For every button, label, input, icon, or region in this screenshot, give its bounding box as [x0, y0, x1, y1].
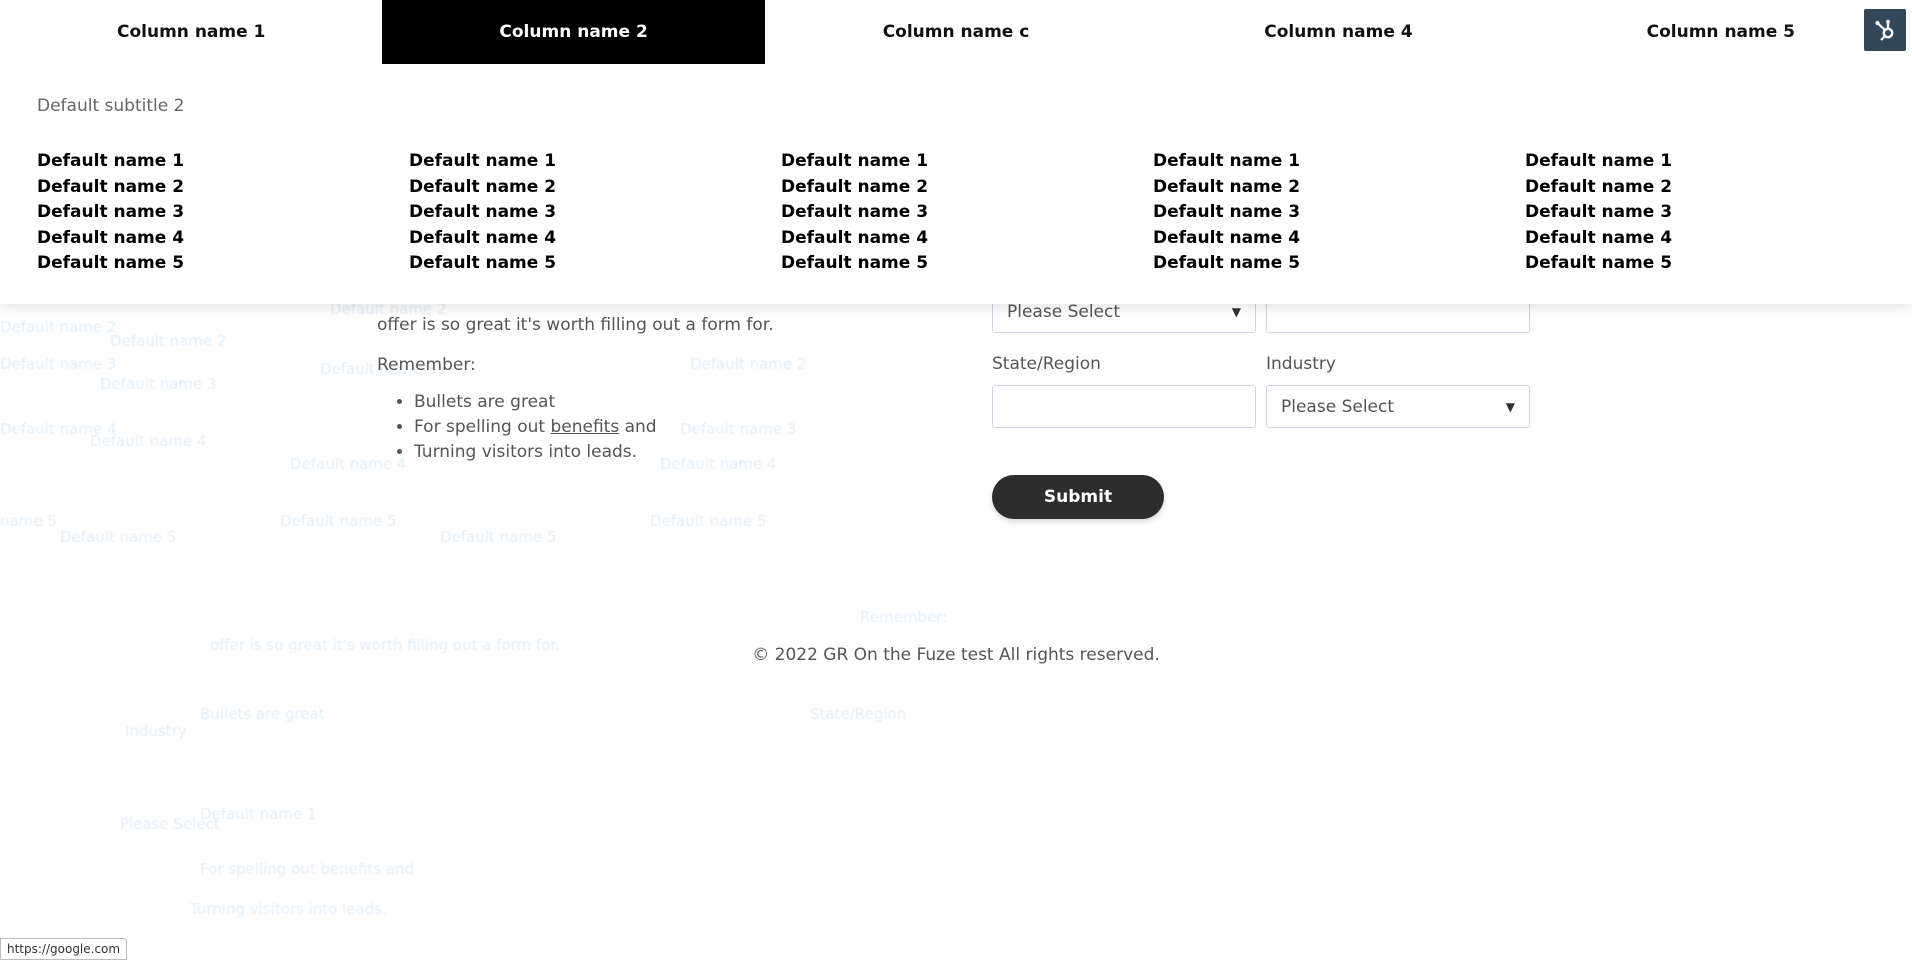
remember-text: Remember:: [377, 355, 476, 375]
menu-link[interactable]: Default name 4: [781, 226, 1153, 252]
mega-menu: Column name 1 Column name 2 Column name …: [0, 0, 1912, 304]
status-bar-url: https://google.com: [0, 938, 128, 960]
hubspot-sprocket-button[interactable]: [1864, 9, 1906, 51]
menu-link[interactable]: Default name 5: [1525, 251, 1897, 277]
tab-column-5[interactable]: Column name 5: [1530, 0, 1912, 64]
menu-link[interactable]: Default name 3: [781, 200, 1153, 226]
tab-column-4[interactable]: Column name 4: [1147, 0, 1529, 64]
benefit-list: Bullets are great For spelling out benef…: [377, 390, 897, 465]
menu-link[interactable]: Default name 3: [409, 200, 781, 226]
tab-column-1[interactable]: Column name 1: [0, 0, 382, 64]
list-item: For spelling out benefits and: [414, 415, 897, 440]
menu-link[interactable]: Default name 2: [1153, 175, 1525, 201]
top-select-value: Please Select: [1007, 301, 1121, 322]
menu-column-1: Default name 1 Default name 2 Default na…: [37, 149, 409, 277]
menu-link[interactable]: Default name 1: [1153, 149, 1525, 175]
menu-link[interactable]: Default name 4: [1525, 226, 1897, 252]
menu-column-2: Default name 1 Default name 2 Default na…: [409, 149, 781, 277]
menu-link[interactable]: Default name 5: [409, 251, 781, 277]
chevron-down-icon: ▼: [1505, 399, 1515, 414]
tab-column-2[interactable]: Column name 2: [382, 0, 765, 64]
menu-link[interactable]: Default name 3: [1525, 200, 1897, 226]
submit-button[interactable]: Submit: [992, 475, 1164, 519]
list-item: Turning visitors into leads.: [414, 440, 897, 465]
menu-link[interactable]: Default name 3: [37, 200, 409, 226]
industry-label: Industry: [1266, 354, 1336, 374]
chevron-down-icon: ▼: [1231, 304, 1241, 319]
offer-text: offer is so great it's worth filling out…: [377, 315, 774, 335]
menu-tabs: Column name 1 Column name 2 Column name …: [0, 0, 1912, 64]
menu-link[interactable]: Default name 2: [781, 175, 1153, 201]
menu-column-4: Default name 1 Default name 2 Default na…: [1153, 149, 1525, 277]
menu-subtitle: Default subtitle 2: [37, 96, 185, 116]
menu-link[interactable]: Default name 5: [1153, 251, 1525, 277]
menu-link[interactable]: Default name 3: [1153, 200, 1525, 226]
list-item-text: For spelling out: [414, 417, 546, 437]
menu-link[interactable]: Default name 4: [37, 226, 409, 252]
list-item-text: and: [624, 417, 657, 437]
offer-copy: offer is so great it's worth filling out…: [377, 312, 897, 465]
menu-link[interactable]: Default name 1: [1525, 149, 1897, 175]
state-input[interactable]: [992, 385, 1256, 428]
hubspot-sprocket-icon: [1875, 19, 1894, 41]
benefits-link[interactable]: benefits: [550, 417, 619, 437]
menu-link[interactable]: Default name 2: [37, 175, 409, 201]
industry-select[interactable]: Please Select ▼: [1266, 385, 1530, 428]
menu-column-5: Default name 1 Default name 2 Default na…: [1525, 149, 1897, 277]
menu-column-3: Default name 1 Default name 2 Default na…: [781, 149, 1153, 277]
menu-link[interactable]: Default name 5: [37, 251, 409, 277]
menu-link[interactable]: Default name 1: [781, 149, 1153, 175]
state-field: State/Region: [992, 354, 1256, 428]
menu-link[interactable]: Default name 2: [409, 175, 781, 201]
state-label: State/Region: [992, 354, 1101, 374]
menu-link[interactable]: Default name 2: [1525, 175, 1897, 201]
menu-link[interactable]: Default name 1: [37, 149, 409, 175]
list-item: Bullets are great: [414, 390, 897, 415]
menu-link[interactable]: Default name 4: [409, 226, 781, 252]
industry-field: Industry Please Select ▼: [1266, 354, 1530, 428]
industry-select-value: Please Select: [1281, 396, 1395, 417]
menu-link-columns: Default name 1 Default name 2 Default na…: [37, 149, 1897, 277]
footer-copyright: © 2022 GR On the Fuze test All rights re…: [752, 645, 1160, 665]
menu-link[interactable]: Default name 1: [409, 149, 781, 175]
menu-link[interactable]: Default name 5: [781, 251, 1153, 277]
menu-link[interactable]: Default name 4: [1153, 226, 1525, 252]
tab-column-c[interactable]: Column name c: [765, 0, 1147, 64]
